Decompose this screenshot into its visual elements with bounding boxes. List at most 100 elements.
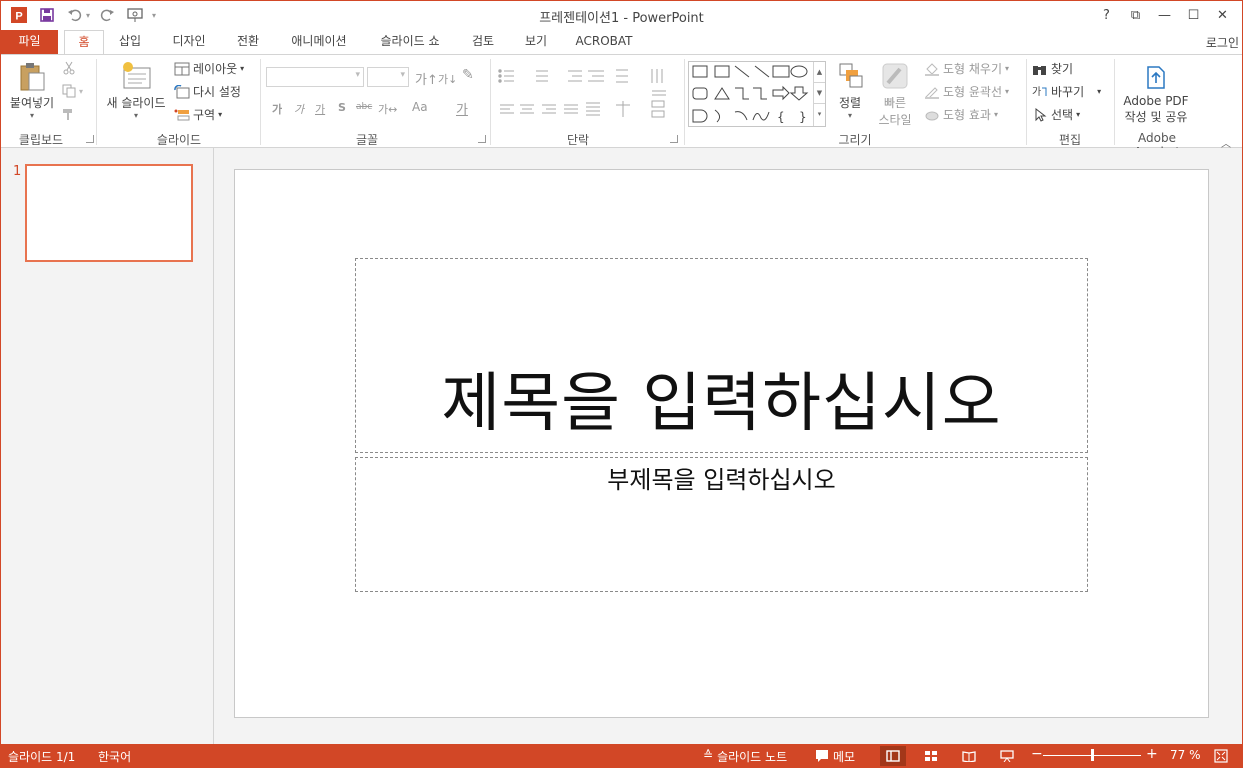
- font-size-combo[interactable]: [367, 67, 409, 87]
- shape-effects-button[interactable]: 도형 효과 ▾: [924, 106, 998, 123]
- shape-fill-button[interactable]: 도형 채우기 ▾: [924, 60, 1009, 77]
- paint-bucket-icon: [925, 62, 939, 76]
- normal-view-button[interactable]: [880, 746, 906, 766]
- tab-review[interactable]: 검토: [463, 30, 503, 54]
- zoom-level[interactable]: 77 %: [1170, 748, 1201, 762]
- section-label: 구역: [193, 108, 216, 122]
- font-color-button[interactable]: 가: [456, 99, 468, 118]
- zoom-in-button[interactable]: +: [1146, 746, 1158, 762]
- copy-button[interactable]: ▾: [62, 84, 83, 98]
- tab-view[interactable]: 보기: [516, 30, 556, 54]
- shapes-gallery-scroll[interactable]: ▲ ▼ ▾: [813, 62, 825, 126]
- paste-button[interactable]: 붙여넣기 ▾: [6, 61, 58, 120]
- group-label-drawing: 그리기: [838, 133, 872, 147]
- format-painter-button[interactable]: [62, 107, 76, 121]
- tab-transitions[interactable]: 전환: [228, 30, 268, 54]
- vertical-scrollbar[interactable]: [1228, 148, 1243, 744]
- shrink-font-icon[interactable]: 가↓: [438, 71, 457, 87]
- clear-formatting-icon[interactable]: ✎: [462, 67, 474, 83]
- group-label-font: 글꼴: [355, 133, 379, 147]
- change-case-button[interactable]: Aa: [412, 100, 428, 114]
- window-title: 프레젠테이션1 - PowerPoint: [539, 11, 704, 26]
- shape-effects-label: 도형 효과: [943, 108, 991, 122]
- zoom-out-button[interactable]: −: [1031, 746, 1043, 762]
- slide-counter: 슬라이드 1/1: [8, 750, 76, 764]
- grow-font-icon[interactable]: 가↑: [415, 69, 438, 88]
- replace-icon: 가: [1032, 86, 1047, 98]
- slideshow-view-button[interactable]: [994, 746, 1020, 766]
- sign-in-link[interactable]: 로그인: [1206, 34, 1239, 51]
- section-button[interactable]: 구역 ▾: [174, 106, 222, 123]
- create-pdf-button[interactable]: Adobe PDF 작성 및 공유: [1118, 63, 1194, 125]
- clipboard-launcher-icon[interactable]: [86, 135, 94, 143]
- language-indicator[interactable]: 한국어: [98, 748, 131, 765]
- title-placeholder[interactable]: 제목을 입력하십시오: [355, 258, 1088, 453]
- minimize-button[interactable]: —: [1150, 4, 1179, 26]
- replace-dropdown-icon: ▾: [1097, 87, 1102, 96]
- bold-button[interactable]: 가: [272, 101, 282, 117]
- copy-icon: [62, 84, 76, 98]
- font-launcher-icon[interactable]: [478, 135, 486, 143]
- ribbon: 붙여넣기 ▾ ▾ 클립보드 새 슬라이드 ▾ 레이아웃 ▾ 다시 설정 구역 ▾ 슬…: [0, 54, 1243, 159]
- fit-slide-button[interactable]: [1208, 746, 1234, 766]
- character-spacing-button[interactable]: 가↔: [378, 101, 397, 117]
- format-painter-icon: [63, 109, 72, 120]
- notes-icon: ≙: [703, 748, 714, 762]
- quick-styles-label-1: 빠른: [883, 96, 907, 110]
- shape-outline-button[interactable]: 도형 윤곽선 ▾: [924, 83, 1009, 100]
- strikethrough-button[interactable]: abc: [356, 102, 372, 112]
- tab-home[interactable]: 홈: [64, 30, 104, 55]
- create-pdf-label-2: 작성 및 공유: [1124, 110, 1188, 124]
- tab-insert[interactable]: 삽입: [110, 30, 150, 54]
- italic-button[interactable]: 가: [294, 101, 304, 117]
- tab-design[interactable]: 디자인: [164, 30, 214, 54]
- notes-button[interactable]: ≙ 슬라이드 노트: [703, 748, 787, 765]
- tab-acrobat[interactable]: ACROBAT: [570, 30, 638, 54]
- notes-label: 슬라이드 노트: [717, 750, 788, 764]
- window-controls: ? ⧉ — ☐ ✕: [1092, 4, 1237, 26]
- tab-file[interactable]: 파일: [1, 30, 58, 54]
- quick-styles-icon: [882, 63, 908, 89]
- underline-button[interactable]: 가: [315, 101, 325, 117]
- cut-button[interactable]: [62, 61, 76, 75]
- layout-button[interactable]: 레이아웃 ▾: [174, 60, 244, 77]
- quick-styles-button[interactable]: 빠른 스타일: [872, 61, 918, 128]
- help-button[interactable]: ?: [1092, 4, 1121, 26]
- find-button[interactable]: 찾기: [1032, 60, 1073, 77]
- close-button[interactable]: ✕: [1208, 4, 1237, 26]
- copy-dropdown-icon: ▾: [79, 86, 84, 96]
- slide-thumbnail[interactable]: [25, 164, 193, 262]
- maximize-button[interactable]: ☐: [1179, 4, 1208, 26]
- paragraph-launcher-icon[interactable]: [670, 135, 678, 143]
- ribbon-display-options-button[interactable]: ⧉: [1121, 4, 1150, 26]
- select-button[interactable]: 선택 ▾: [1032, 106, 1080, 123]
- zoom-slider-thumb[interactable]: [1091, 749, 1094, 761]
- select-dropdown-icon: ▾: [1076, 110, 1081, 119]
- font-name-combo[interactable]: [266, 67, 364, 87]
- pencil-icon: [925, 86, 939, 99]
- paragraph-controls-icon[interactable]: [496, 67, 682, 131]
- arrange-icon: [839, 63, 863, 88]
- comments-button[interactable]: 메모: [815, 748, 855, 765]
- slide-sorter-view-button[interactable]: [918, 746, 944, 766]
- reset-button[interactable]: 다시 설정: [174, 83, 241, 100]
- group-label-paragraph: 단락: [566, 133, 590, 147]
- reading-view-button[interactable]: [956, 746, 982, 766]
- text-shadow-button[interactable]: S: [338, 101, 346, 114]
- group-label-clipboard: 클립보드: [18, 133, 64, 147]
- svg-text:{: {: [777, 110, 785, 124]
- arrange-button[interactable]: 정렬 ▾: [832, 61, 868, 120]
- new-slide-button[interactable]: 새 슬라이드 ▾: [102, 61, 170, 120]
- group-label-slides: 슬라이드: [156, 133, 202, 147]
- normal-view-icon: [886, 750, 900, 762]
- replace-button[interactable]: 가 바꾸기 ▾: [1032, 83, 1101, 100]
- shape-fill-dropdown-icon: ▾: [1005, 64, 1010, 73]
- tab-animations[interactable]: 애니메이션: [282, 30, 356, 54]
- thumbnail-number: 1: [13, 164, 22, 179]
- shapes-gallery[interactable]: {} ▲ ▼ ▾: [688, 61, 826, 127]
- replace-label: 바꾸기: [1051, 85, 1085, 99]
- tab-slideshow[interactable]: 슬라이드 쇼: [370, 30, 450, 54]
- subtitle-placeholder[interactable]: 부제목을 입력하십시오: [355, 457, 1088, 592]
- quick-styles-label-2: 스타일: [878, 113, 912, 127]
- fit-to-window-icon: [1214, 749, 1228, 763]
